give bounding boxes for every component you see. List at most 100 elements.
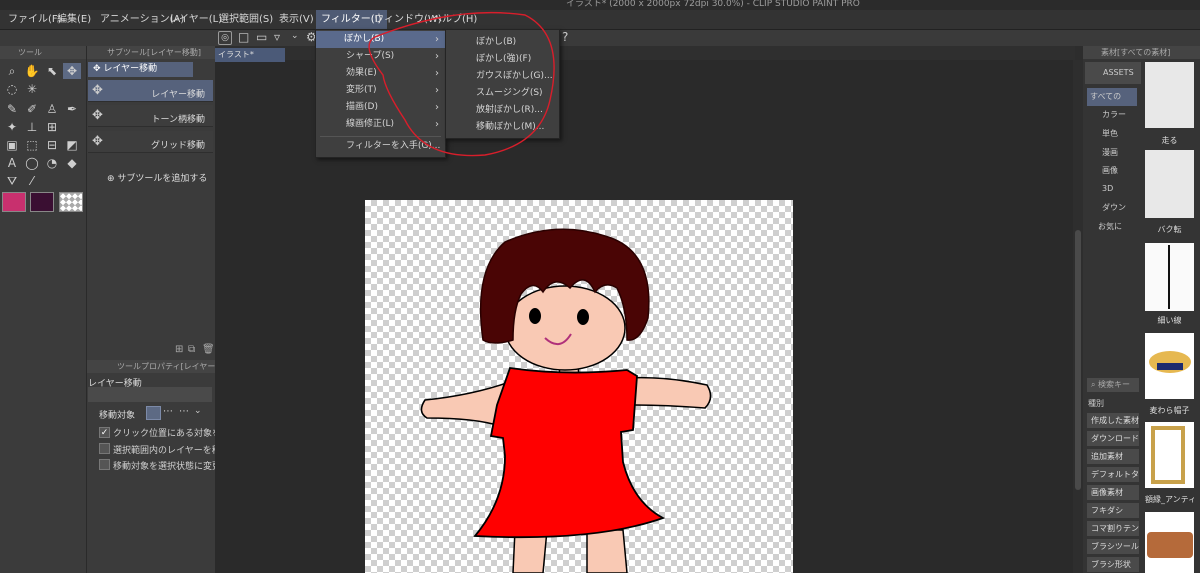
copy-subtool-icon[interactable]: ⧉ <box>188 344 195 355</box>
check-move-layers-in-selection[interactable] <box>99 443 110 454</box>
pen-icon[interactable]: ✎ <box>3 101 21 117</box>
move-target-layer-button[interactable] <box>146 406 161 420</box>
material-tree-image[interactable]: 画像 <box>1090 162 1138 180</box>
material-label: 額縁_アンティー <box>1145 495 1194 504</box>
zoom-icon[interactable]: ⌕ <box>3 63 21 79</box>
assets-button[interactable]: ASSETS <box>1085 62 1141 84</box>
kind-label: 種別 <box>1088 399 1104 408</box>
app-icon[interactable]: ◎ <box>218 31 232 45</box>
materials-panel-header: 素材[すべての素材] <box>1083 46 1200 59</box>
brush-icon[interactable]: ♙ <box>43 101 61 117</box>
bucket-icon[interactable]: ⛛ <box>3 173 21 189</box>
text-icon[interactable]: A <box>3 155 21 171</box>
magic-wand-icon[interactable]: ✳ <box>23 81 41 97</box>
pencil-icon[interactable]: ✐ <box>23 101 41 117</box>
move-target-tone-button[interactable]: ⋯ <box>163 406 177 420</box>
material-thumb-frame[interactable] <box>1145 422 1194 488</box>
filter-additional[interactable]: 追加素材 <box>1087 449 1139 464</box>
material-tree-3d[interactable]: 3D <box>1090 180 1138 198</box>
filter-frame-template[interactable]: コマ割りテン <box>1087 521 1139 536</box>
title-bar: イラスト* (2000 x 2000px 72dpi 30.0%) - CLIP… <box>0 0 1200 10</box>
command-bar: ◎ □ ▭ ▿ ⌄ ⚙ ? <box>0 30 1200 46</box>
filter-download[interactable]: ダウンロード <box>1087 431 1139 446</box>
transparent-color-swatch[interactable] <box>59 192 83 212</box>
move-layer-icon[interactable]: ✥ <box>63 63 81 79</box>
sub-color-swatch[interactable] <box>30 192 54 212</box>
search-placeholder: 検索キー <box>1098 380 1131 389</box>
material-tree-mono[interactable]: 単色 <box>1090 125 1138 143</box>
subtool-item-grid-move[interactable]: ✥ グリッド移動 <box>88 131 213 153</box>
artboard[interactable] <box>365 200 793 573</box>
lasso-icon[interactable]: ◌ <box>3 81 21 97</box>
search-icon: ⌕ <box>1091 380 1099 389</box>
airbrush-icon[interactable]: ✒ <box>63 101 81 117</box>
filter-brush-shape[interactable]: ブラシ形状 <box>1087 557 1139 572</box>
hand-icon[interactable]: ✋ <box>23 63 41 79</box>
filter-image-material[interactable]: 画像素材 <box>1087 485 1139 500</box>
fill-icon[interactable]: ◩ <box>63 137 81 153</box>
subtool-item-layer-move[interactable]: ✥ レイヤー移動 <box>88 80 213 102</box>
subtool-group-tab[interactable]: ✥ レイヤー移動 <box>88 62 193 77</box>
subtool-label: グリッド移動 <box>150 141 205 151</box>
material-tree-manga[interactable]: 漫画 <box>1090 144 1138 162</box>
canvas-scrollbar[interactable] <box>1073 60 1083 573</box>
material-label: 走る <box>1161 136 1178 145</box>
filter-balloon[interactable]: フキダシ <box>1087 503 1139 518</box>
filter-brush-tool[interactable]: ブラシツール <box>1087 539 1139 554</box>
new-subtool-icon[interactable]: ⊞ <box>175 344 183 355</box>
frame-icon[interactable]: ⬚ <box>23 137 41 153</box>
character-drawing <box>420 228 712 573</box>
filter-default[interactable]: デフォルトタ <box>1087 467 1139 482</box>
subtool-label: レイヤー移動 <box>151 90 205 100</box>
material-tree-download[interactable]: ダウン <box>1090 199 1138 217</box>
material-thumb-running[interactable] <box>1145 62 1194 128</box>
material-tree-all[interactable]: すべての <box>1087 88 1137 106</box>
menu-view[interactable]: 表示(V) <box>274 10 319 30</box>
move-icon: ✥ <box>92 134 103 149</box>
document-tab-label: イラスト* <box>218 50 254 59</box>
eraser-icon[interactable]: ◆ <box>63 155 81 171</box>
main-color-swatch[interactable] <box>2 192 26 212</box>
grid-tool-icon[interactable]: ⊞ <box>43 119 61 135</box>
decoration-icon[interactable]: ✦ <box>3 119 21 135</box>
balloon-tail-icon[interactable]: ◔ <box>43 155 61 171</box>
scrollbar-thumb[interactable] <box>1075 230 1081 490</box>
open-folder-icon[interactable]: ▭ <box>256 30 267 44</box>
eyedropper-icon[interactable]: ⁄ <box>23 173 41 189</box>
dropdown-chevron-icon[interactable]: ⌄ <box>291 31 299 41</box>
menu-bar: ファイル(F) 編集(E) アニメーション(A) レイヤー(L) 選択範囲(S)… <box>0 10 1200 30</box>
move-target-label: 移動対象 <box>99 411 136 421</box>
material-thumb-backflip[interactable] <box>1145 150 1194 218</box>
save-icon[interactable]: ▿ <box>274 30 280 44</box>
subtool-item-tone-move[interactable]: ✥ トーン柄移動 <box>88 105 213 127</box>
chevron-down-icon[interactable]: ⌄ <box>194 406 202 416</box>
material-thumb-thin-line[interactable] <box>1145 243 1194 311</box>
gradient-icon[interactable]: ▣ <box>3 137 21 153</box>
menu-edit[interactable]: 編集(E) <box>52 10 96 30</box>
material-tree-color[interactable]: カラー <box>1090 106 1138 124</box>
plus-circle-icon: ⊕ <box>107 174 118 184</box>
add-subtool-label: サブツールを追加する <box>117 174 208 184</box>
balloon-icon[interactable]: ◯ <box>23 155 41 171</box>
material-tree-favorites[interactable]: お気に <box>1090 218 1138 236</box>
ruler-icon[interactable]: ⊟ <box>43 137 61 153</box>
material-search-input[interactable]: ⌕ 検索キー <box>1087 378 1139 392</box>
add-subtool-button[interactable]: ⊕ サブツールを追加する <box>107 171 207 184</box>
stamp-icon[interactable]: ⊥ <box>23 119 41 135</box>
tool-panel-header: ツール <box>0 46 86 59</box>
new-file-icon[interactable]: □ <box>238 30 249 44</box>
material-thumb-sofa[interactable] <box>1145 512 1194 573</box>
assets-label: ASSETS <box>1103 68 1134 77</box>
check-move-clicked-target[interactable]: ✓ <box>99 427 110 438</box>
document-tab[interactable]: イラスト* <box>215 48 285 62</box>
move-target-grid-button[interactable]: ⋯ <box>179 406 193 420</box>
filter-created[interactable]: 作成した素材 <box>1087 413 1139 428</box>
trash-icon[interactable]: 🗑 <box>202 344 215 355</box>
check-label: 選択範囲内のレイヤーを移動 <box>113 446 230 456</box>
window-title: イラスト* (2000 x 2000px 72dpi 30.0%) - CLIP… <box>566 0 860 9</box>
operation-icon[interactable]: ⬉ <box>43 63 61 79</box>
check-change-to-selected[interactable] <box>99 459 110 470</box>
menu-selection[interactable]: 選択範囲(S) <box>214 10 278 30</box>
material-thumb-straw-hat[interactable] <box>1145 333 1194 399</box>
subtool-group-label: レイヤー移動 <box>103 64 158 74</box>
